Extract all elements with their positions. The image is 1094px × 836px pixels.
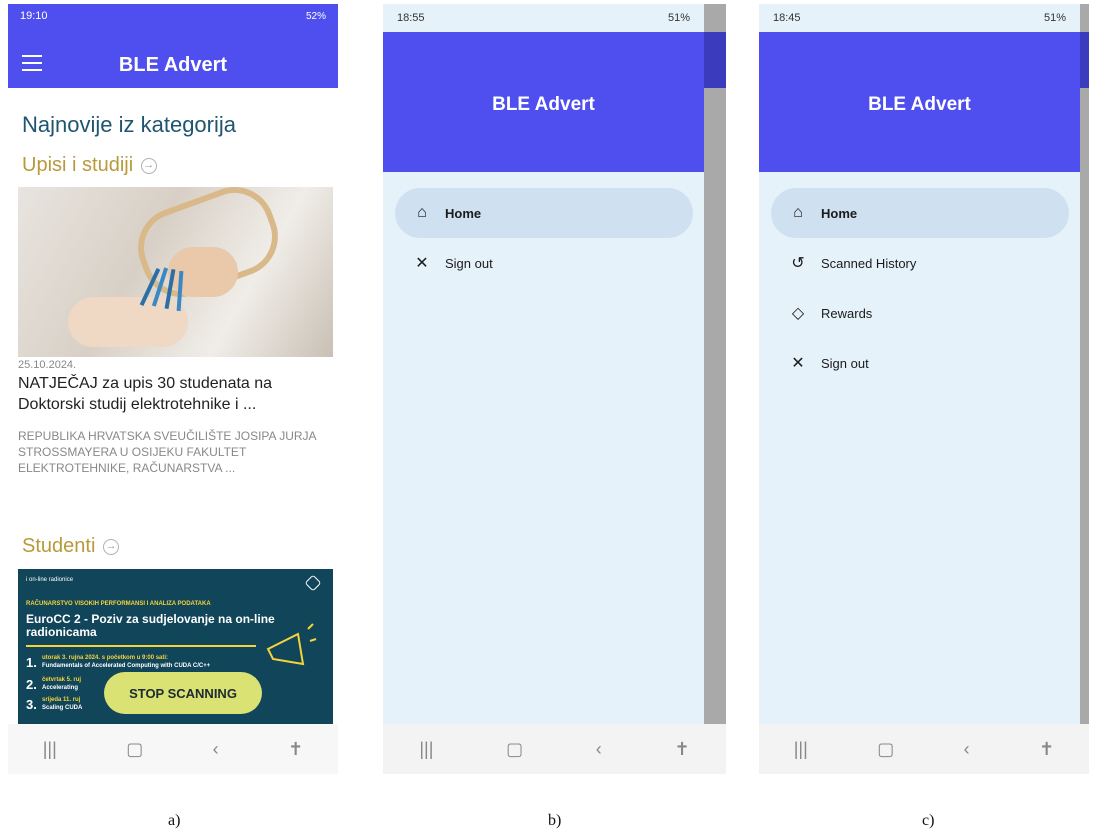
phone-screen-c: 18:45 51% BLE Advert ⌂ Home ↺ Scanned Hi…	[759, 4, 1089, 774]
status-time: 18:45	[773, 12, 801, 24]
banner-item-2-detail: Accelerating	[42, 685, 79, 691]
back-icon[interactable]: ‹	[213, 739, 219, 760]
battery-level: 51%	[667, 12, 690, 24]
category-label: Studenti	[22, 535, 96, 557]
recent-apps-icon[interactable]: |||	[794, 739, 808, 760]
system-nav-bar: ||| ▢ ‹ ✝	[759, 724, 1089, 774]
home-nav-icon[interactable]: ▢	[877, 739, 894, 760]
status-bar: 19:10 52%	[8, 4, 338, 28]
section-heading: Najnovije iz kategorija	[22, 112, 236, 137]
banner-item-3-detail: Scaling CUDA	[42, 705, 83, 711]
menu-item-label: Home	[821, 205, 858, 221]
caption-c: c)	[922, 812, 935, 829]
news-image[interactable]	[18, 187, 333, 357]
menu-item-label: Home	[445, 205, 482, 221]
battery-level: 52%	[305, 10, 326, 22]
menu-item-scanned-history[interactable]: ↺ Scanned History	[771, 238, 1069, 288]
arrow-circle-icon: →	[102, 538, 119, 555]
app-title: BLE Advert	[868, 94, 971, 115]
menu-item-label: Scanned History	[821, 255, 917, 271]
arrow-circle-icon: →	[140, 157, 157, 174]
banner-subtitle: RAČUNARSTVO VISOKIH PERFORMANSI I ANALIZ…	[26, 601, 211, 607]
recent-apps-icon[interactable]: |||	[419, 739, 433, 760]
news-title[interactable]: NATJEČAJ za upis 30 studenata na Doktors…	[18, 373, 333, 415]
news-description: REPUBLIKA HRVATSKA SVEUČILIŠTE JOSIPA JU…	[18, 429, 316, 475]
logo-icon	[304, 574, 322, 592]
system-nav-bar: ||| ▢ ‹ ✝	[8, 724, 338, 774]
status-time: 19:10	[20, 10, 48, 22]
menu-item-sign-out[interactable]: ✕ Sign out	[395, 238, 693, 288]
banner-item-1: utorak 3. rujna 2024. s početkom u 9:00 …	[42, 655, 169, 661]
status-time: 18:55	[397, 12, 425, 24]
banner-item-3: srijeda 11. ruj	[42, 697, 81, 703]
category-link-upisi[interactable]: Upisi i studiji →	[22, 154, 157, 177]
status-bar: 18:45 51%	[759, 4, 1080, 32]
close-icon: ✕	[791, 355, 805, 372]
scrim[interactable]	[704, 32, 726, 724]
category-label: Upisi i studiji	[22, 154, 134, 176]
app-title: BLE Advert	[118, 54, 228, 76]
home-icon: ⌂	[417, 204, 427, 221]
recent-apps-icon[interactable]: |||	[43, 739, 57, 760]
menu-item-sign-out[interactable]: ✕ Sign out	[771, 338, 1069, 388]
close-icon: ✕	[415, 255, 429, 272]
back-icon[interactable]: ‹	[964, 739, 970, 760]
menu-item-home[interactable]: ⌂ Home	[771, 188, 1069, 238]
category-link-studenti[interactable]: Studenti →	[22, 535, 119, 558]
banner-item-2: četvrtak 5. ruj	[42, 677, 82, 683]
tag-icon: ◇	[791, 305, 805, 322]
home-nav-icon[interactable]: ▢	[506, 739, 523, 760]
menu-item-label: Sign out	[445, 255, 493, 271]
news-date: 25.10.2024.	[18, 359, 77, 371]
app-title: BLE Advert	[492, 94, 595, 115]
caption-b: b)	[548, 812, 562, 829]
megaphone-icon	[266, 623, 317, 666]
home-icon: ⌂	[793, 204, 803, 221]
phone-screen-b: 18:55 51% BLE Advert ⌂ Home ✕ Sign out |…	[383, 4, 726, 774]
menu-item-label: Rewards	[821, 305, 873, 321]
menu-item-home[interactable]: ⌂ Home	[395, 188, 693, 238]
banner-headline: EuroCC 2 - Poziv za sudjelovanje na on-l…	[26, 612, 275, 639]
stop-scanning-button[interactable]: STOP SCANNING	[104, 672, 262, 714]
banner-item-1-detail: Fundamentals of Accelerated Computing wi…	[42, 663, 211, 669]
scrim-appbar	[704, 32, 726, 88]
divider	[26, 645, 256, 647]
status-bar: 18:55 51%	[383, 4, 704, 32]
menu-item-rewards[interactable]: ◇ Rewards	[771, 288, 1069, 338]
banner-tag: i on-line radionice	[26, 577, 74, 583]
accessibility-icon[interactable]: ✝	[1039, 739, 1054, 760]
menu-item-label: Sign out	[821, 355, 869, 371]
accessibility-icon[interactable]: ✝	[288, 739, 303, 760]
history-icon: ↺	[791, 255, 805, 272]
navigation-drawer: 18:55 51% BLE Advert ⌂ Home ✕ Sign out	[383, 4, 704, 724]
navigation-drawer: 18:45 51% BLE Advert ⌂ Home ↺ Scanned Hi…	[759, 4, 1080, 724]
battery-level: 51%	[1043, 12, 1066, 24]
accessibility-icon[interactable]: ✝	[675, 739, 690, 760]
home-nav-icon[interactable]: ▢	[126, 739, 143, 760]
phone-screen-a: 19:10 52% BLE Advert Najnovije iz katego…	[8, 4, 338, 774]
caption-a: a)	[168, 812, 181, 829]
system-nav-bar: ||| ▢ ‹ ✝	[383, 724, 726, 774]
back-icon[interactable]: ‹	[596, 739, 602, 760]
